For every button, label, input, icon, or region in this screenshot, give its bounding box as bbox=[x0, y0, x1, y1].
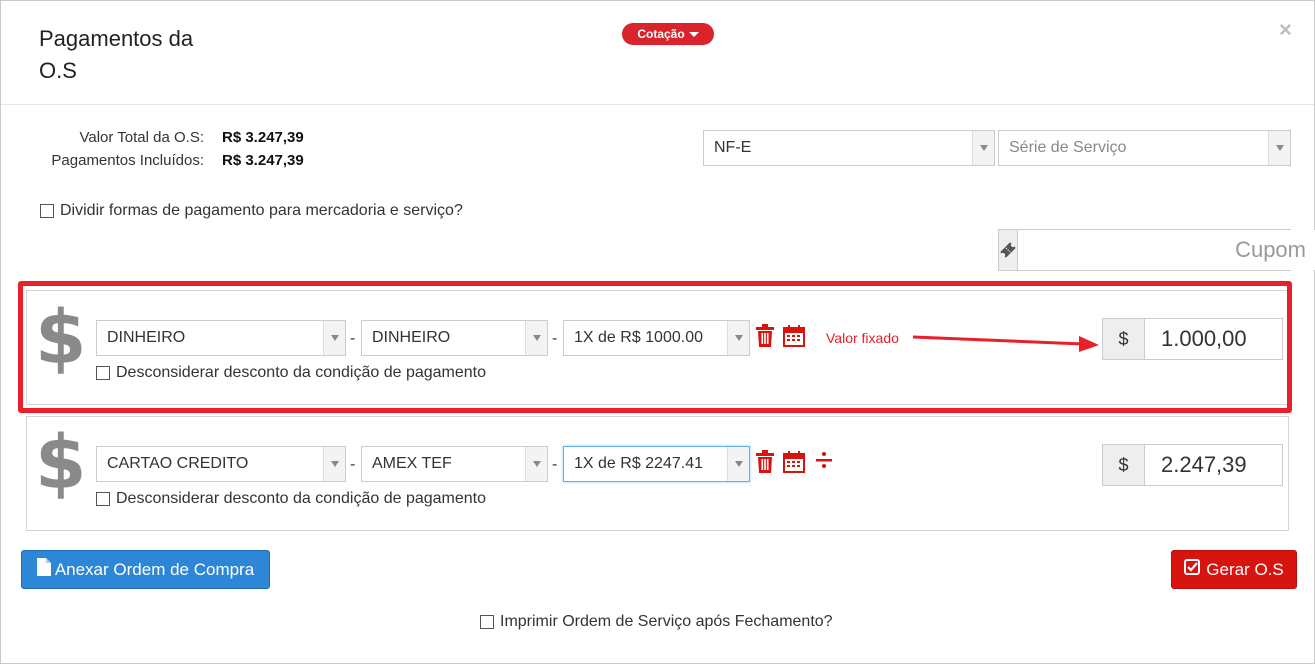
cotacao-label: Cotação bbox=[637, 27, 685, 41]
attach-button-label: Anexar Ordem de Compra bbox=[54, 559, 255, 579]
installments-select-2[interactable]: 1X de R$ 2247.41 bbox=[563, 446, 750, 482]
file-icon bbox=[36, 558, 51, 581]
checkbox-box[interactable] bbox=[480, 615, 494, 629]
service-series-placeholder: Série de Serviço bbox=[1009, 139, 1127, 156]
payment-method-select-2[interactable]: CARTAO CREDITO bbox=[96, 446, 346, 482]
trash-icon[interactable] bbox=[754, 449, 776, 475]
amount-input-2[interactable]: 2.247,39 bbox=[1145, 445, 1282, 485]
chevron-down-icon bbox=[323, 447, 345, 481]
cupom-input-group bbox=[998, 229, 1315, 271]
cotacao-dropdown-button[interactable]: Cotação bbox=[622, 23, 714, 45]
split-payment-label: Dividir formas de pagamento para mercado… bbox=[60, 202, 463, 219]
included-label: Pagamentos Incluídos: bbox=[51, 152, 204, 169]
calendar-icon[interactable] bbox=[782, 449, 806, 475]
installments-value-2: 1X de R$ 2247.41 bbox=[574, 455, 703, 472]
payment-modal: Pagamentos da O.S Cotação × Valor Total … bbox=[0, 0, 1315, 664]
caret-down-icon bbox=[688, 31, 699, 37]
totals-summary: Valor Total da O.S: R$ 3.247,39 Pagament… bbox=[39, 126, 304, 172]
modal-title: Pagamentos da O.S bbox=[39, 26, 194, 83]
payment-method-value-2: CARTAO CREDITO bbox=[107, 455, 249, 472]
discount-label-2: Desconsiderar desconto da condição de pa… bbox=[116, 490, 487, 507]
print-os-label: Imprimir Ordem de Serviço após Fechament… bbox=[500, 613, 833, 630]
amount-input-group-2: $ 2.247,39 bbox=[1102, 444, 1283, 486]
included-value: R$ 3.247,39 bbox=[222, 152, 304, 169]
attach-purchase-order-button[interactable]: Anexar Ordem de Compra bbox=[21, 550, 270, 589]
ticket-icon bbox=[999, 230, 1018, 270]
total-value: R$ 3.247,39 bbox=[222, 129, 304, 146]
chevron-down-icon bbox=[727, 447, 749, 481]
print-os-checkbox[interactable]: Imprimir Ordem de Serviço após Fechament… bbox=[480, 613, 833, 631]
divide-icon[interactable] bbox=[813, 449, 835, 471]
currency-addon: $ bbox=[1103, 445, 1145, 485]
split-payment-checkbox[interactable]: Dividir formas de pagamento para mercado… bbox=[40, 202, 463, 220]
service-series-select[interactable]: Série de Serviço bbox=[998, 130, 1291, 166]
chevron-down-icon bbox=[525, 447, 547, 481]
cupom-input[interactable] bbox=[1018, 230, 1315, 270]
payment-submethod-select-2[interactable]: AMEX TEF bbox=[361, 446, 548, 482]
check-square-icon bbox=[1184, 559, 1201, 580]
chevron-down-icon bbox=[1268, 131, 1290, 165]
checkbox-box[interactable] bbox=[96, 492, 110, 506]
invoice-type-select[interactable]: NF-E bbox=[703, 130, 995, 166]
checkbox-box[interactable] bbox=[40, 204, 54, 218]
total-label: Valor Total da O.S: bbox=[79, 129, 204, 146]
generate-button-label: Gerar O.S bbox=[1206, 559, 1284, 579]
modal-header: Pagamentos da O.S Cotação × bbox=[1, 1, 1314, 105]
discount-checkbox-2[interactable]: Desconsiderar desconto da condição de pa… bbox=[96, 490, 486, 508]
invoice-type-value: NF-E bbox=[714, 139, 752, 156]
annotation-highlight-box bbox=[18, 281, 1292, 413]
dollar-icon: $ bbox=[35, 420, 87, 506]
payment-submethod-value-2: AMEX TEF bbox=[372, 455, 452, 472]
generate-os-button[interactable]: Gerar O.S bbox=[1171, 550, 1297, 589]
separator-dash: - bbox=[552, 456, 558, 473]
chevron-down-icon bbox=[972, 131, 994, 165]
close-icon[interactable]: × bbox=[1279, 19, 1292, 41]
separator-dash: - bbox=[350, 456, 356, 473]
